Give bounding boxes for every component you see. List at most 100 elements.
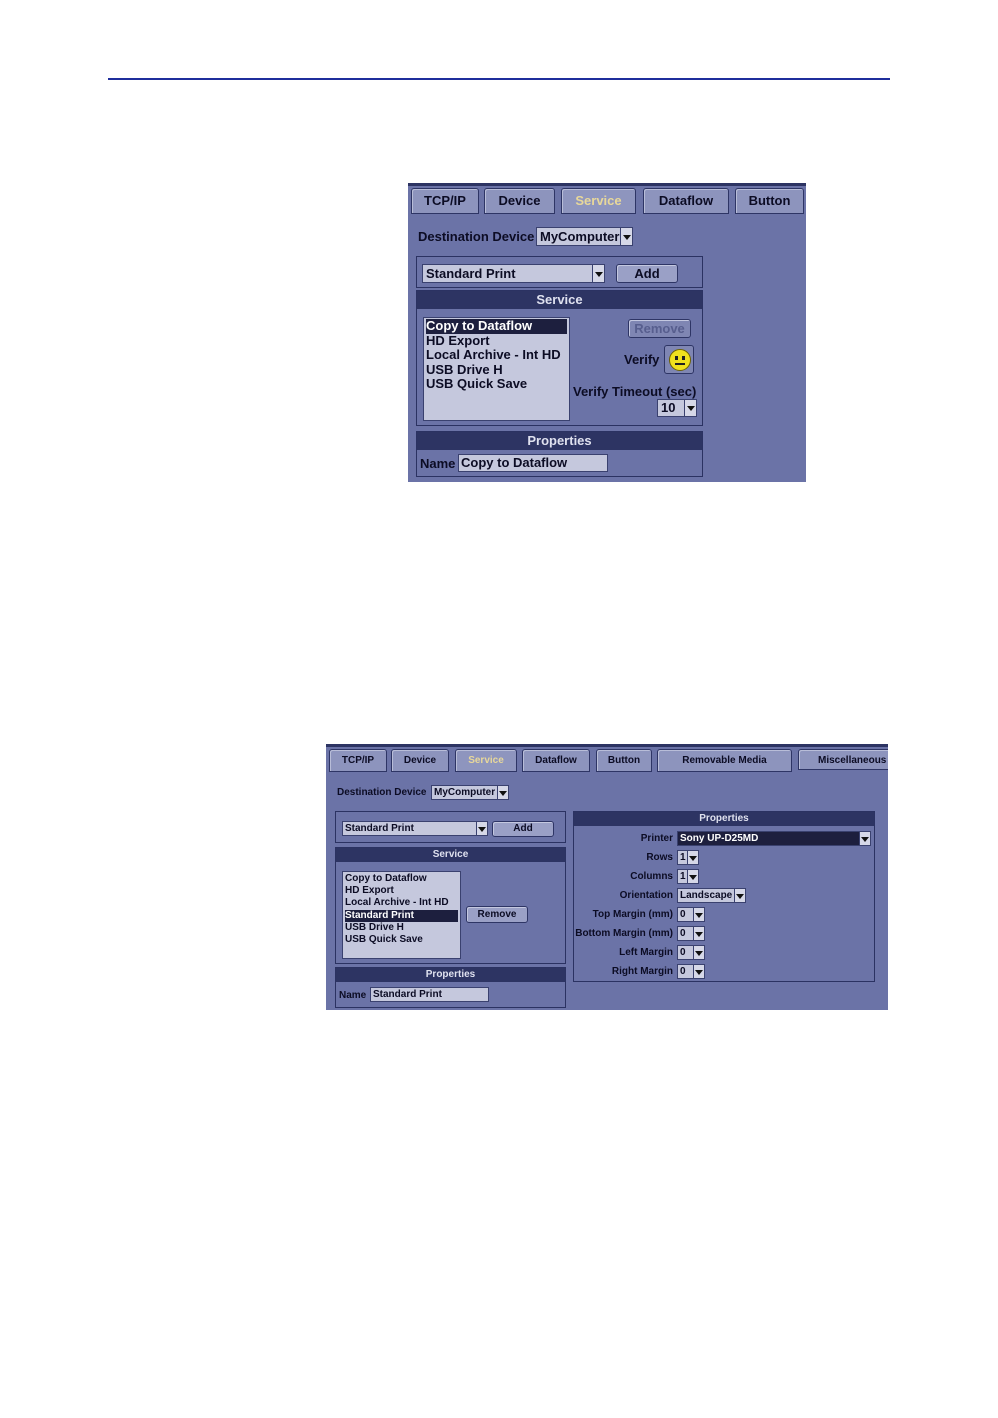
right-margin-select[interactable]: 0 <box>677 964 705 979</box>
top-margin-label: Top Margin (mm) <box>592 909 673 920</box>
properties-group: Properties Name Copy to Dataflow <box>416 431 703 477</box>
add-service-group: Standard Print Add <box>335 811 566 843</box>
chevron-down-icon[interactable] <box>859 832 870 845</box>
service-type-value: Standard Print <box>345 823 414 834</box>
chevron-down-icon[interactable] <box>693 965 704 978</box>
name-field[interactable]: Standard Print <box>370 987 489 1002</box>
service-group: Service Copy to Dataflow HD Export Local… <box>335 847 566 964</box>
properties-header: Properties <box>417 432 702 450</box>
list-item[interactable]: Copy to Dataflow <box>426 318 567 334</box>
list-item[interactable]: USB Quick Save <box>426 376 567 392</box>
service-type-value: Standard Print <box>426 266 516 281</box>
tab-tcp-ip[interactable]: TCP/IP <box>329 749 387 772</box>
right-margin-value: 0 <box>680 966 686 977</box>
list-item[interactable]: USB Drive H <box>426 362 567 378</box>
service-list[interactable]: Copy to Dataflow HD Export Local Archive… <box>423 317 570 421</box>
orientation-select[interactable]: Landscape <box>677 888 746 903</box>
service-group: Service Copy to Dataflow HD Export Local… <box>416 290 703 426</box>
orientation-value: Landscape <box>680 890 733 901</box>
printer-label: Printer <box>640 833 673 844</box>
rows-label: Rows <box>646 852 673 863</box>
screenshot-service-standard-print: TCP/IP Device Service Dataflow Button Re… <box>326 744 888 1010</box>
verify-timeout-value: 10 <box>661 400 676 415</box>
rows-select[interactable]: 1 <box>677 850 699 865</box>
top-margin-value: 0 <box>680 909 686 920</box>
printer-value: Sony UP-D25MD <box>680 833 759 844</box>
list-item[interactable]: Local Archive - Int HD <box>426 347 567 363</box>
verify-timeout-label: Verify Timeout (sec) <box>573 384 697 399</box>
chevron-down-icon[interactable] <box>684 400 696 416</box>
list-item[interactable]: Copy to Dataflow <box>345 873 458 885</box>
bottom-margin-label: Bottom Margin (mm) <box>575 928 673 939</box>
right-margin-label: Right Margin <box>611 966 673 977</box>
properties-group: Properties Name Standard Print <box>335 967 566 1008</box>
smiley-icon <box>669 349 691 371</box>
chevron-down-icon[interactable] <box>693 908 704 921</box>
chevron-down-icon[interactable] <box>687 851 698 864</box>
tab-device[interactable]: Device <box>484 188 555 214</box>
chevron-down-icon[interactable] <box>687 870 698 883</box>
tab-device[interactable]: Device <box>391 749 449 772</box>
printer-properties-group: Properties Printer Sony UP-D25MD Rows 1 … <box>573 811 875 982</box>
screenshot-service-tab: TCP/IP Device Service Dataflow Button De… <box>408 183 806 482</box>
destination-device-select[interactable]: MyComputer <box>536 227 633 246</box>
tab-dataflow[interactable]: Dataflow <box>643 188 729 214</box>
destination-device-label: Destination Device <box>418 229 535 244</box>
service-type-select[interactable]: Standard Print <box>422 264 605 283</box>
chevron-down-icon[interactable] <box>620 228 632 245</box>
columns-value: 1 <box>680 871 686 882</box>
tab-service[interactable]: Service <box>561 188 636 214</box>
destination-device-value: MyComputer <box>434 787 496 798</box>
add-service-group: Standard Print Add <box>416 256 703 288</box>
columns-label: Columns <box>630 871 673 882</box>
top-margin-select[interactable]: 0 <box>677 907 705 922</box>
panel-top-edge <box>326 744 888 747</box>
verify-timeout-select[interactable]: 10 <box>657 399 697 417</box>
tab-dataflow[interactable]: Dataflow <box>522 749 590 772</box>
verify-label: Verify <box>624 352 660 367</box>
chevron-down-icon[interactable] <box>734 889 745 902</box>
columns-select[interactable]: 1 <box>677 869 699 884</box>
tab-service[interactable]: Service <box>455 749 517 772</box>
name-label: Name <box>339 990 367 1001</box>
tab-button[interactable]: Button <box>735 188 804 214</box>
left-margin-value: 0 <box>680 947 686 958</box>
service-list[interactable]: Copy to Dataflow HD Export Local Archive… <box>342 871 461 959</box>
destination-device-value: MyComputer <box>540 229 620 244</box>
service-header: Service <box>336 848 565 862</box>
left-margin-select[interactable]: 0 <box>677 945 705 960</box>
left-margin-label: Left Margin <box>619 947 673 958</box>
list-item[interactable]: USB Quick Save <box>345 934 458 946</box>
chevron-down-icon[interactable] <box>497 786 508 799</box>
remove-button[interactable]: Remove <box>628 319 691 338</box>
bottom-margin-select[interactable]: 0 <box>677 926 705 941</box>
header-rule <box>108 78 890 80</box>
chevron-down-icon[interactable] <box>693 946 704 959</box>
chevron-down-icon[interactable] <box>592 265 604 282</box>
verify-button[interactable] <box>664 345 694 374</box>
list-item[interactable]: HD Export <box>426 333 567 349</box>
service-type-select[interactable]: Standard Print <box>342 821 488 836</box>
tab-button[interactable]: Button <box>596 749 652 772</box>
tab-miscellaneous[interactable]: Miscellaneous <box>798 749 888 770</box>
name-label: Name <box>420 456 456 471</box>
rows-value: 1 <box>680 852 686 863</box>
list-item[interactable]: USB Drive H <box>345 922 458 934</box>
list-item[interactable]: HD Export <box>345 885 458 897</box>
add-button[interactable]: Add <box>616 264 678 283</box>
remove-button[interactable]: Remove <box>466 906 528 923</box>
add-button[interactable]: Add <box>492 821 554 837</box>
bottom-margin-value: 0 <box>680 928 686 939</box>
destination-device-select[interactable]: MyComputer <box>431 785 509 800</box>
panel-top-edge <box>408 183 806 186</box>
chevron-down-icon[interactable] <box>476 822 487 835</box>
list-item[interactable]: Local Archive - Int HD <box>345 897 458 909</box>
chevron-down-icon[interactable] <box>693 927 704 940</box>
service-header: Service <box>417 291 702 309</box>
tab-tcp-ip[interactable]: TCP/IP <box>411 188 479 214</box>
orientation-label: Orientation <box>619 890 673 901</box>
list-item[interactable]: Standard Print <box>345 909 458 922</box>
tab-removable-media[interactable]: Removable Media <box>657 749 792 772</box>
name-field[interactable]: Copy to Dataflow <box>458 454 608 472</box>
printer-select[interactable]: Sony UP-D25MD <box>677 831 871 846</box>
